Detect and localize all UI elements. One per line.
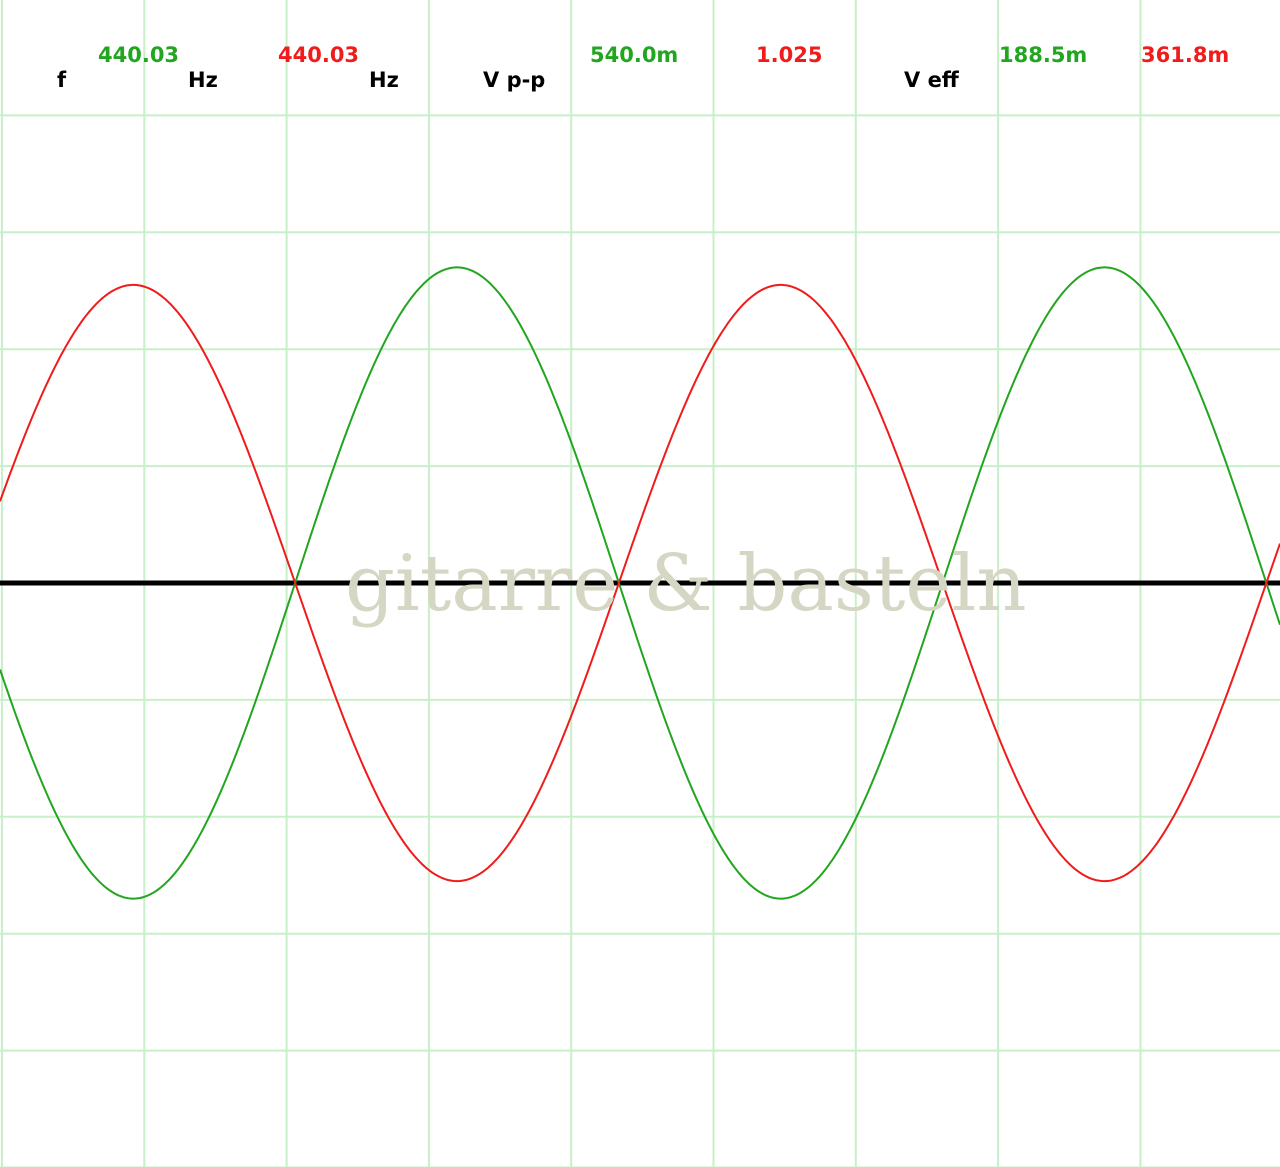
- ch1-vpp-value: 540.0m: [590, 43, 678, 67]
- veff-label: V eff: [904, 68, 960, 92]
- ch1-freq-unit: Hz: [188, 68, 218, 92]
- ch1-veff-value: 188.5m: [999, 43, 1087, 67]
- ch1-freq-value: 440.03: [98, 43, 179, 67]
- watermark: gitarre & basteln: [345, 539, 1027, 629]
- vpp-label: V p-p: [483, 68, 545, 92]
- ch2-freq-value: 440.03: [278, 43, 359, 67]
- readouts: f 440.03 Hz 440.03 Hz V p-p 540.0m 1.025…: [57, 43, 1229, 92]
- freq-label: f: [57, 68, 67, 92]
- ch2-freq-unit: Hz: [369, 68, 399, 92]
- oscilloscope-display: gitarre & basteln f 440.03 Hz 440.03 Hz …: [0, 0, 1280, 1167]
- ch2-vpp-value: 1.025: [756, 43, 822, 67]
- ch2-veff-value: 361.8m: [1141, 43, 1229, 67]
